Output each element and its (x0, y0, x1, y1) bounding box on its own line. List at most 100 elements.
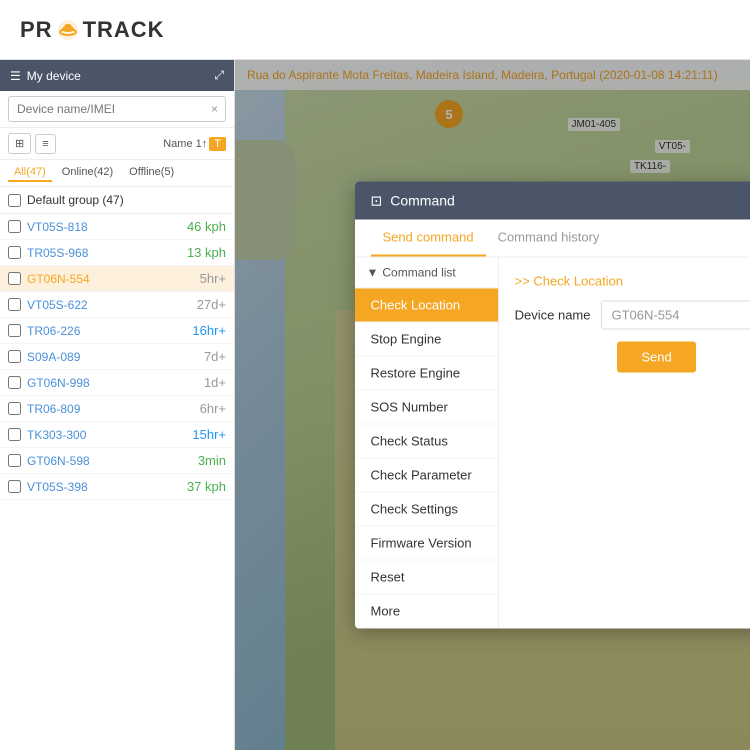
selected-command-label: >> Check Location (515, 274, 750, 289)
device-list: Default group (47) VT05S-818 46 kph TR05… (0, 187, 234, 750)
sidebar: ☰ My device ⤢ × ⊞ ≡ Name 1↑ T All(47) On… (0, 60, 235, 750)
device-checkbox[interactable] (8, 298, 21, 311)
device-name: TR06-226 (27, 324, 80, 338)
device-item[interactable]: TR06-226 16hr+ (0, 318, 234, 344)
device-checkbox[interactable] (8, 350, 21, 363)
device-name: GT06N-598 (27, 454, 90, 468)
device-status: 6hr+ (200, 401, 226, 416)
device-item[interactable]: TK303-300 15hr+ (0, 422, 234, 448)
cmd-item-more[interactable]: More (355, 595, 498, 629)
cmd-item-check-parameter[interactable]: Check Parameter (355, 459, 498, 493)
modal-body: ▼ Command list Check Location Stop Engin… (355, 258, 750, 629)
device-status: 27d+ (197, 297, 226, 312)
device-status: 16hr+ (192, 323, 226, 338)
device-checkbox[interactable] (8, 480, 21, 493)
logo-text-2: TRACK (83, 17, 165, 43)
t-badge[interactable]: T (209, 137, 226, 151)
grid-view-button[interactable]: ⊞ (8, 133, 31, 154)
sidebar-toolbar: ⊞ ≡ Name 1↑ T (0, 128, 234, 160)
device-status: 37 kph (187, 479, 226, 494)
device-checkbox[interactable] (8, 272, 21, 285)
command-list-label: Command list (382, 266, 455, 280)
device-status: 15hr+ (192, 427, 226, 442)
device-checkbox[interactable] (8, 324, 21, 337)
cmd-item-check-status[interactable]: Check Status (355, 425, 498, 459)
modal-header: ⊡ Command × (355, 182, 750, 220)
modal-tabs: Send command Command history (355, 220, 750, 258)
cmd-item-sos-number[interactable]: SOS Number (355, 391, 498, 425)
device-status: 7d+ (204, 349, 226, 364)
tab-online[interactable]: Online(42) (56, 164, 119, 182)
device-checkbox[interactable] (8, 376, 21, 389)
device-name: TR05S-968 (27, 246, 88, 260)
device-icon: ☰ (10, 69, 21, 83)
logo-text: PR (20, 17, 53, 43)
device-checkbox[interactable] (8, 402, 21, 415)
device-name-input[interactable] (601, 301, 750, 330)
device-item-selected[interactable]: GT06N-554 5hr+ (0, 266, 234, 292)
group-checkbox[interactable] (8, 194, 21, 207)
sidebar-title: My device (27, 69, 81, 83)
device-checkbox[interactable] (8, 246, 21, 259)
device-checkbox[interactable] (8, 220, 21, 233)
modal-title: Command (390, 193, 455, 209)
sidebar-header: ☰ My device ⤢ (0, 60, 234, 91)
tab-all[interactable]: All(47) (8, 164, 52, 182)
tab-offline[interactable]: Offline(5) (123, 164, 180, 182)
logo: PR TRACK (20, 17, 165, 43)
device-name: VT05S-398 (27, 480, 88, 494)
list-view-button[interactable]: ≡ (35, 134, 55, 154)
sort-label: Name 1↑ (163, 138, 207, 150)
map-area: Rua do Aspirante Mota Freitas, Madeira I… (235, 60, 750, 750)
device-name: S09A-089 (27, 350, 80, 364)
send-button[interactable]: Send (617, 342, 695, 373)
device-item[interactable]: VT05S-622 27d+ (0, 292, 234, 318)
device-status: 46 kph (187, 219, 226, 234)
cmd-item-check-location[interactable]: Check Location (355, 289, 498, 323)
device-item[interactable]: TR06-809 6hr+ (0, 396, 234, 422)
sidebar-search: × (0, 91, 234, 128)
device-status: 3min (198, 453, 226, 468)
device-item[interactable]: TR05S-968 13 kph (0, 240, 234, 266)
device-group-label: Default group (47) (27, 193, 124, 207)
command-icon: ⊡ (371, 192, 383, 209)
logo-icon (57, 19, 79, 41)
search-input[interactable] (8, 96, 226, 122)
main-layout: ☰ My device ⤢ × ⊞ ≡ Name 1↑ T All(47) On… (0, 60, 750, 750)
device-name: GT06N-998 (27, 376, 90, 390)
cmd-item-firmware[interactable]: Firmware Version (355, 527, 498, 561)
device-checkbox[interactable] (8, 454, 21, 467)
device-item[interactable]: GT06N-598 3min (0, 448, 234, 474)
cmd-item-stop-engine[interactable]: Stop Engine (355, 323, 498, 357)
device-name: GT06N-554 (27, 272, 90, 286)
sort-name[interactable]: Name 1↑ T (163, 137, 226, 151)
tab-send-command[interactable]: Send command (371, 220, 486, 257)
device-status: 1d+ (204, 375, 226, 390)
device-item[interactable]: VT05S-398 37 kph (0, 474, 234, 500)
cmd-item-restore-engine[interactable]: Restore Engine (355, 357, 498, 391)
cmd-item-reset[interactable]: Reset (355, 561, 498, 595)
device-tabs: All(47) Online(42) Offline(5) (0, 160, 234, 187)
command-list-items: Check Location Stop Engine Restore Engin… (355, 289, 498, 629)
device-name-row: Device name (515, 301, 750, 330)
command-list-panel: ▼ Command list Check Location Stop Engin… (355, 258, 499, 629)
command-modal: ⊡ Command × Send command Command history… (355, 182, 750, 629)
expand-icon[interactable]: ⤢ (214, 68, 224, 83)
device-item[interactable]: GT06N-998 1d+ (0, 370, 234, 396)
modal-header-left: ⊡ Command (371, 192, 455, 209)
search-clear-icon[interactable]: × (211, 102, 218, 116)
cmd-item-check-settings[interactable]: Check Settings (355, 493, 498, 527)
device-checkbox[interactable] (8, 428, 21, 441)
device-item[interactable]: VT05S-818 46 kph (0, 214, 234, 240)
device-status: 13 kph (187, 245, 226, 260)
tab-command-history[interactable]: Command history (486, 220, 612, 257)
device-item[interactable]: S09A-089 7d+ (0, 344, 234, 370)
command-right-panel: >> Check Location Device name Send (499, 258, 750, 629)
device-name: TK303-300 (27, 428, 86, 442)
command-list-header: ▼ Command list (355, 258, 498, 289)
device-status: 5hr+ (200, 271, 226, 286)
top-header: PR TRACK (0, 0, 750, 60)
chevron-down-icon: ▼ (367, 266, 379, 280)
device-name-label: Device name (515, 308, 591, 323)
device-name: VT05S-622 (27, 298, 88, 312)
